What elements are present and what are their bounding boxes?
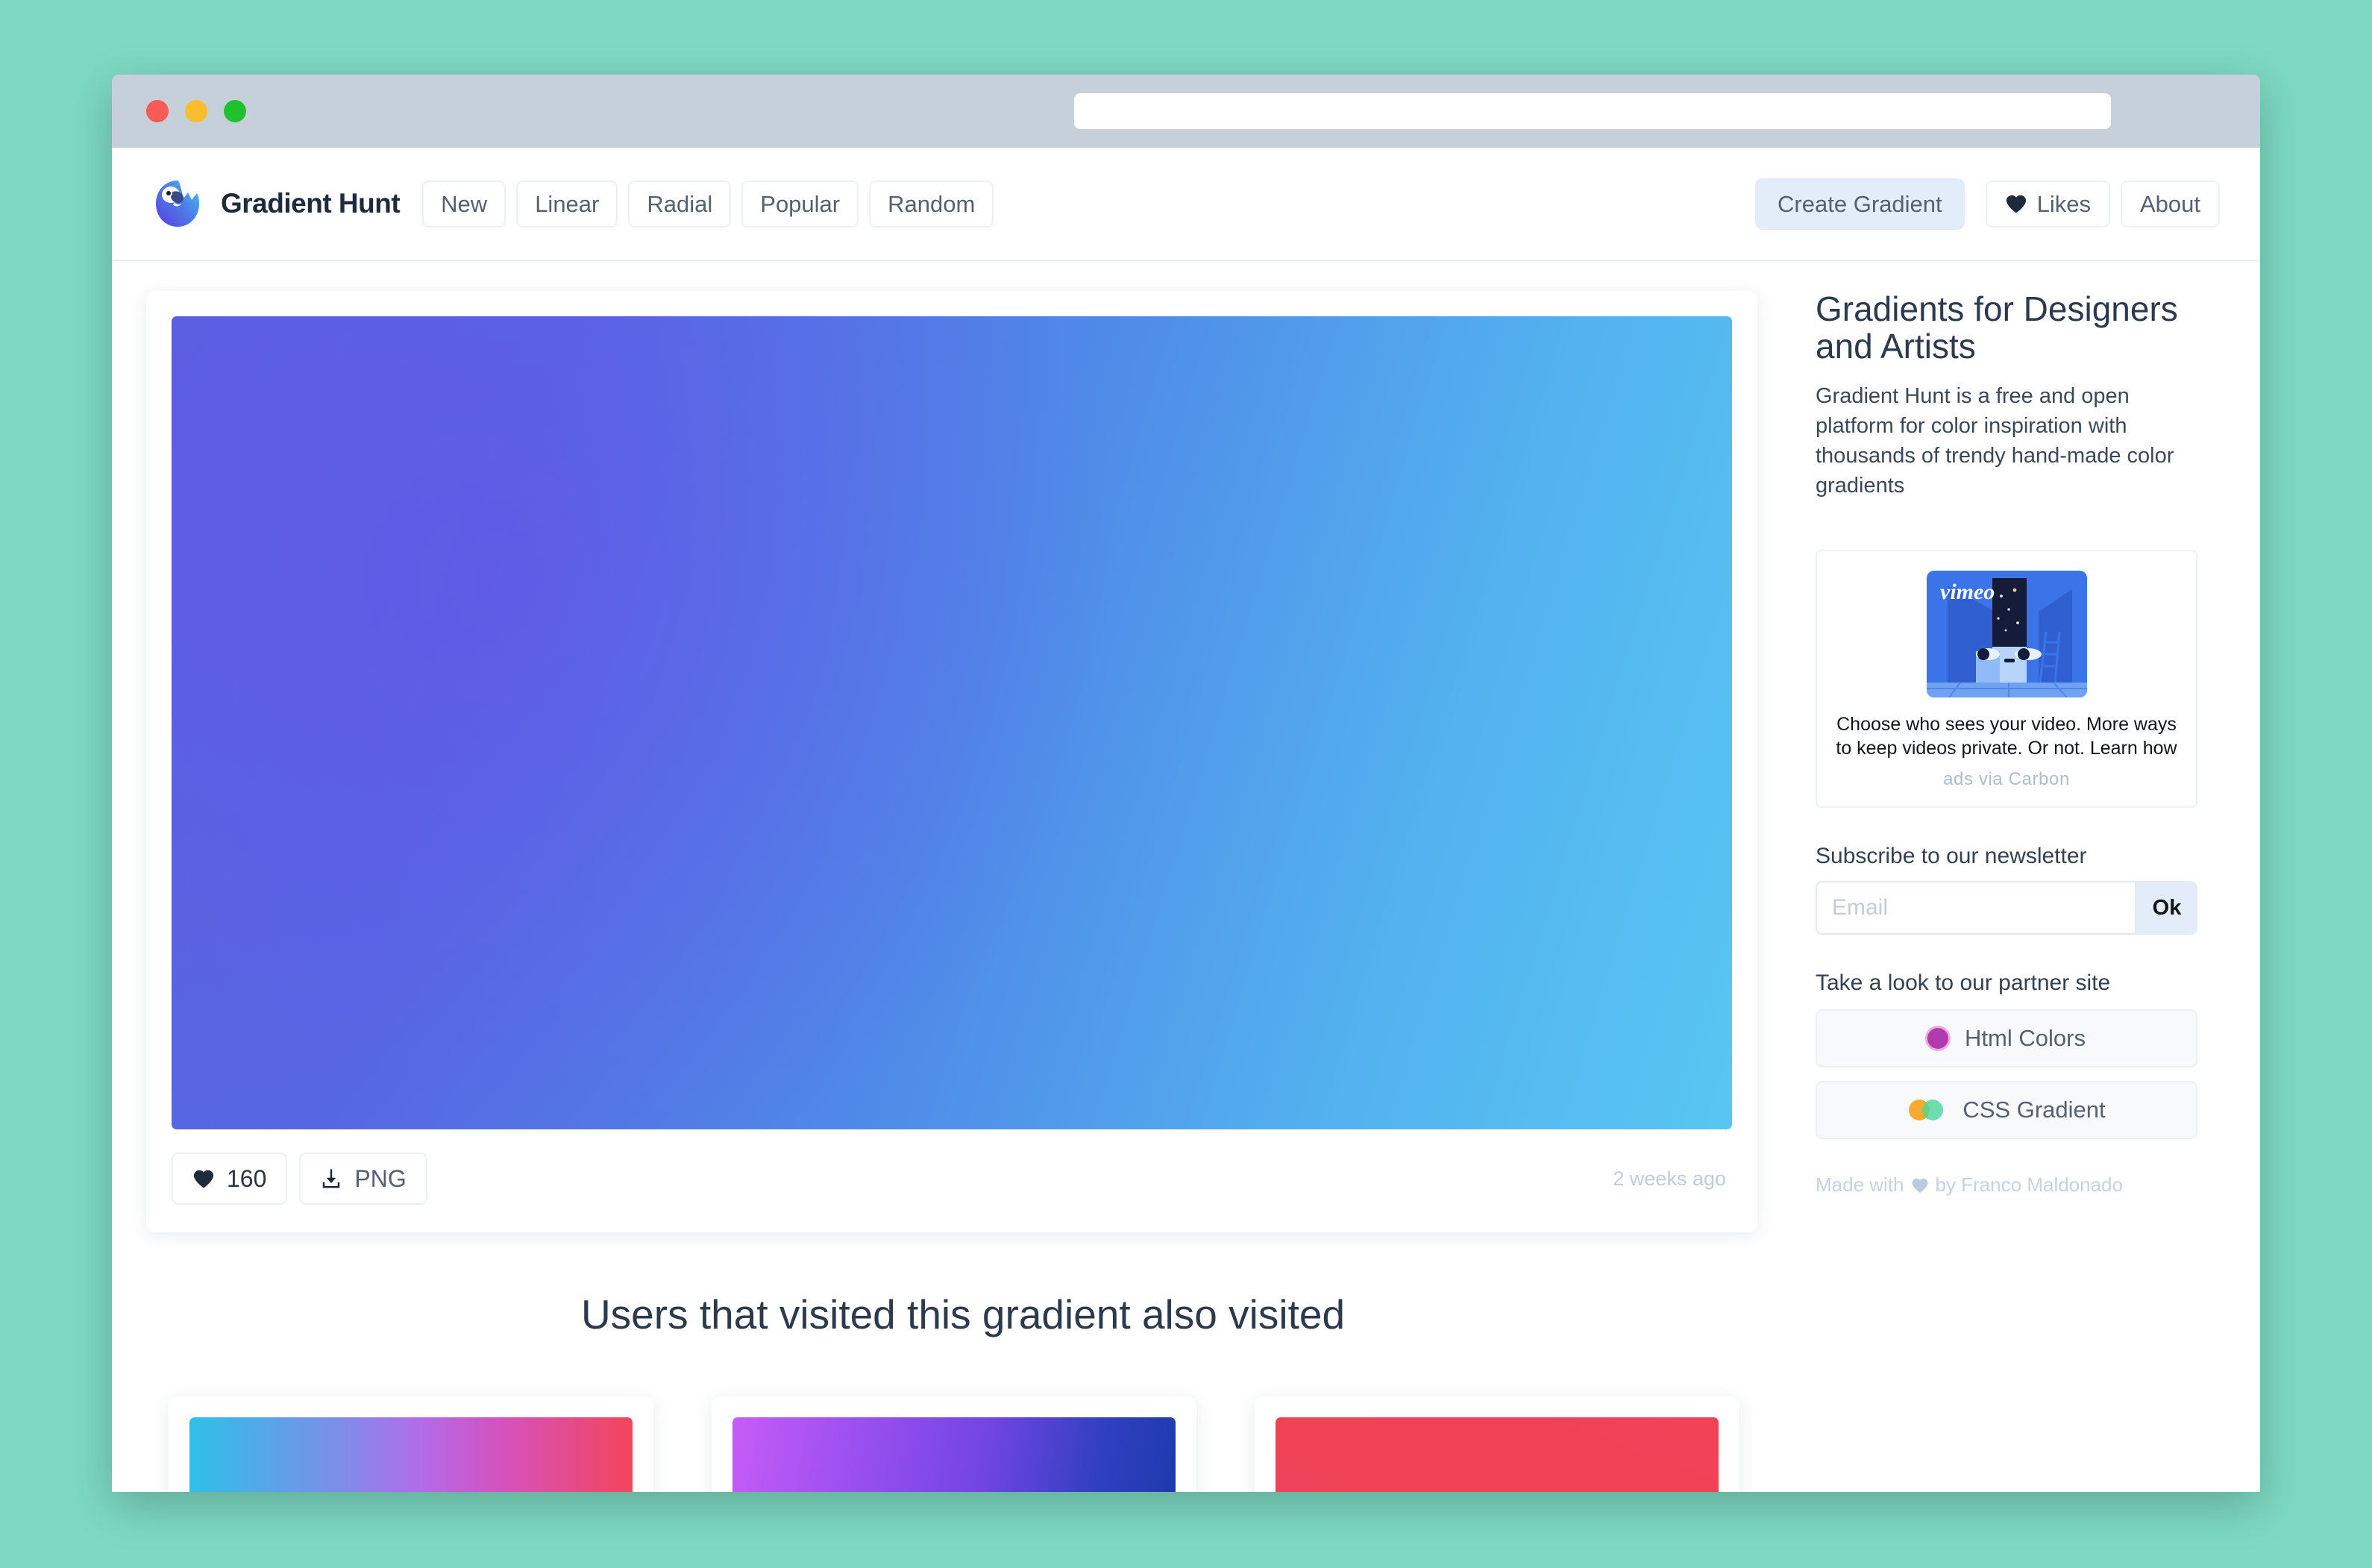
related-heading: Users that visited this gradient also vi… [580, 1291, 1346, 1337]
site-credit: Made with by Franco Maldonado [1816, 1173, 2197, 1197]
related-card-3[interactable] [1255, 1396, 1739, 1492]
minimize-button[interactable] [185, 100, 207, 122]
about-button[interactable]: About [2120, 180, 2220, 228]
gradient-preview[interactable] [172, 316, 1732, 1129]
related-card-1[interactable] [169, 1396, 653, 1492]
about-label: About [2139, 190, 2200, 217]
heart-icon [193, 1170, 214, 1188]
heart-icon [2006, 195, 2026, 213]
partner-label-html-colors: Html Colors [1965, 1025, 2086, 1052]
nav-item-linear[interactable]: Linear [516, 180, 618, 228]
main-nav: New Linear Radial Popular Random [422, 180, 994, 228]
brand-name: Gradient Hunt [221, 188, 401, 219]
gradient-hunt-bird-logo [156, 181, 199, 227]
partner-label-css-gradient: CSS Gradient [1962, 1097, 2106, 1123]
related-gradients [146, 1396, 1780, 1492]
header-actions: Create Gradient Likes About [1755, 178, 2220, 230]
partner-css-gradient[interactable]: CSS Gradient [1816, 1081, 2197, 1140]
gradient-detail-card: 160 PNG 2 weeks ago [146, 291, 1757, 1232]
likes-label: Likes [2036, 190, 2091, 217]
partner-label: Take a look to our partner site [1816, 970, 2111, 996]
main-column: 160 PNG 2 weeks ago Users that visited t… [146, 291, 1780, 1492]
browser-window: Gradient Hunt New Linear Radial Popular … [112, 75, 2260, 1492]
credit-prefix: Made with [1816, 1173, 1904, 1197]
likes-button[interactable]: Likes [1985, 180, 2110, 228]
gradient-thumb [1276, 1417, 1719, 1492]
like-count: 160 [227, 1164, 267, 1192]
ad-text: Choose who sees your video. More ways to… [1836, 714, 2177, 759]
newsletter-form: Ok [1816, 881, 2197, 935]
svg-text:vimeo: vimeo [1940, 580, 1995, 604]
email-input[interactable] [1816, 881, 2136, 935]
ad-attribution: ads via Carbon [1943, 769, 2070, 790]
url-bar[interactable] [1074, 93, 2111, 129]
partner-html-colors[interactable]: Html Colors [1816, 1009, 2197, 1068]
page-body: 160 PNG 2 weeks ago Users that visited t… [112, 261, 2260, 1492]
sidebar: Gradients for Designers and Artists Grad… [1780, 289, 2197, 1492]
download-icon [323, 1169, 340, 1188]
related-card-2[interactable] [712, 1396, 1196, 1492]
gradient-thumb [732, 1417, 1176, 1492]
close-button[interactable] [146, 100, 169, 122]
like-button[interactable]: 160 [172, 1153, 288, 1205]
browser-titlebar [112, 75, 2260, 148]
carbon-ad[interactable]: vimeo Choose who sees your video. More w… [1816, 550, 2197, 809]
nav-item-popular[interactable]: Popular [741, 180, 859, 228]
vimeo-room-illustration: vimeo [1926, 571, 2087, 698]
nav-item-radial[interactable]: Radial [628, 180, 732, 228]
maximize-button[interactable] [224, 100, 246, 122]
gradient-thumb [189, 1417, 633, 1492]
header-secondary-actions: Likes About [1985, 180, 2220, 228]
create-gradient-button[interactable]: Create Gradient [1755, 178, 1965, 230]
window-controls [146, 100, 246, 122]
gradient-timestamp: 2 weeks ago [1613, 1167, 1726, 1190]
download-png-button[interactable]: PNG [299, 1153, 427, 1205]
nav-item-random[interactable]: Random [869, 180, 994, 228]
heart-icon [1912, 1178, 1927, 1193]
download-label: PNG [354, 1164, 407, 1192]
sidebar-description: Gradient Hunt is a free and open platfor… [1816, 384, 2174, 498]
credit-suffix: by Franco Maldonado [1935, 1173, 2123, 1197]
newsletter-submit-button[interactable]: Ok [2136, 881, 2197, 935]
newsletter-label: Subscribe to our newsletter [1816, 844, 2087, 869]
magenta-dot-icon [1927, 1028, 1949, 1050]
two-circles-icon [1909, 1100, 1944, 1121]
site-header: Gradient Hunt New Linear Radial Popular … [112, 148, 2260, 261]
nav-item-new[interactable]: New [422, 180, 506, 228]
brand[interactable]: Gradient Hunt [151, 177, 401, 231]
gradient-card-footer: 160 PNG 2 weeks ago [172, 1129, 1732, 1207]
sidebar-title: Gradients for Designers and Artists [1816, 289, 2178, 366]
